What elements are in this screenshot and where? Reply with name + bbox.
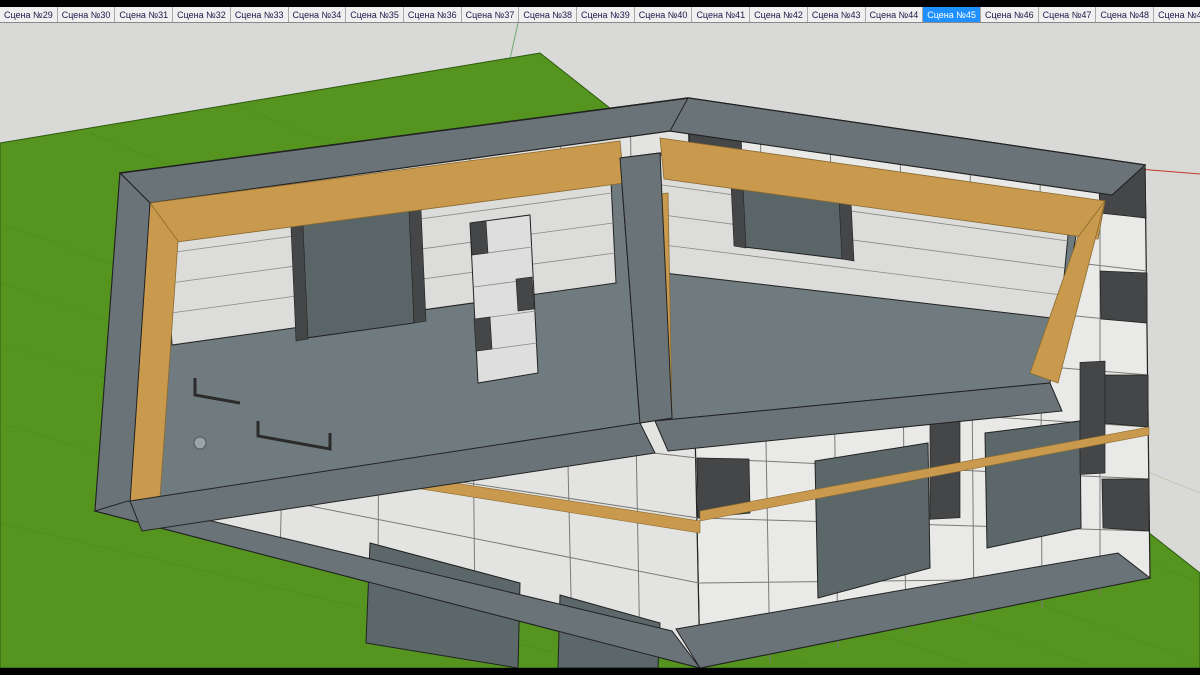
scene-tab-43[interactable]: Сцена №43 <box>808 7 866 22</box>
scene-tab-37[interactable]: Сцена №37 <box>462 7 520 22</box>
scene-tab-31[interactable]: Сцена №31 <box>115 7 173 22</box>
scene-tab-42[interactable]: Сцена №42 <box>750 7 808 22</box>
scene-tab-41[interactable]: Сцена №41 <box>692 7 750 22</box>
scene-tab-48[interactable]: Сцена №48 <box>1096 7 1154 22</box>
scene-tab-49[interactable]: Сцена №49 <box>1154 7 1200 22</box>
scene-tab-36[interactable]: Сцена №36 <box>404 7 462 22</box>
scene-tab-30[interactable]: Сцена №30 <box>58 7 116 22</box>
scene-tab-47[interactable]: Сцена №47 <box>1039 7 1097 22</box>
scene-tab-38[interactable]: Сцена №38 <box>519 7 577 22</box>
scene-tab-45[interactable]: Сцена №45 <box>923 7 981 22</box>
scene-tab-33[interactable]: Сцена №33 <box>231 7 289 22</box>
letterbox-top <box>0 0 1200 7</box>
right-opening-2 <box>985 421 1081 548</box>
scene-tabs-bar: Сцена №29Сцена №30Сцена №31Сцена №32Сцен… <box>0 7 1200 23</box>
letterbox-bottom <box>0 668 1200 675</box>
scene-tab-34[interactable]: Сцена №34 <box>289 7 347 22</box>
scene-tab-46[interactable]: Сцена №46 <box>981 7 1039 22</box>
scene-tab-39[interactable]: Сцена №39 <box>577 7 635 22</box>
scene-tab-29[interactable]: Сцена №29 <box>0 7 58 22</box>
scene-tab-40[interactable]: Сцена №40 <box>635 7 693 22</box>
scene-tab-32[interactable]: Сцена №32 <box>173 7 231 22</box>
scene-tab-44[interactable]: Сцена №44 <box>866 7 924 22</box>
viewport-3d[interactable] <box>0 23 1200 668</box>
scene-tab-35[interactable]: Сцена №35 <box>346 7 404 22</box>
